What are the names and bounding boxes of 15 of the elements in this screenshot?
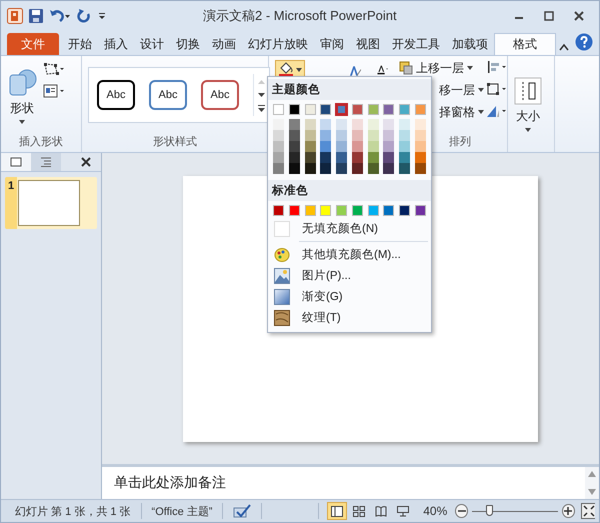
menu-heading: 标准色 [268,180,431,201]
menu-item-label: 纹理(T) [302,310,341,325]
window-title: 演示文稿2 - Microsoft PowerPoint [203,7,397,25]
group-label: 排列 [449,135,471,150]
menu-heading: 主题颜色 [268,79,431,100]
menu-item-label: 其他填充颜色(M)... [302,247,401,262]
slide-count-label: 幻灯片 第 1 张，共 1 张 [15,504,131,518]
menu-item-label: 图片(P)... [302,268,351,283]
group-label: 插入形状 [19,135,63,150]
notes-placeholder: 单击此处添加备注 [114,474,226,492]
menu-item-label: 渐变(G) [302,289,343,304]
menu-item-label: 无填充颜色(N) [302,221,378,236]
slide-number: 1 [8,180,14,194]
group-label: 形状样式 [153,135,197,150]
theme-name-label: “Office 主题” [152,504,212,518]
